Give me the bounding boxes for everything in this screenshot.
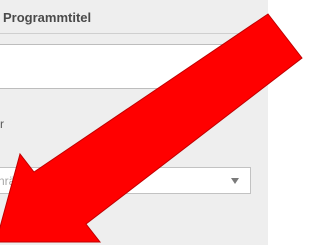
header-divider [0,33,252,34]
form-panel: Programmtitel r nrä [0,0,268,245]
dropdown-select[interactable]: nrä [0,167,251,194]
programmtitel-input[interactable] [0,44,251,89]
chevron-down-icon[interactable] [231,177,239,184]
form-field-header: Programmtitel [0,0,268,34]
section-label: r [0,117,4,131]
dropdown-placeholder: nrä [0,173,16,188]
programmtitel-label: Programmtitel [3,10,92,25]
screenshot-canvas: Programmtitel r nrä [0,0,308,245]
